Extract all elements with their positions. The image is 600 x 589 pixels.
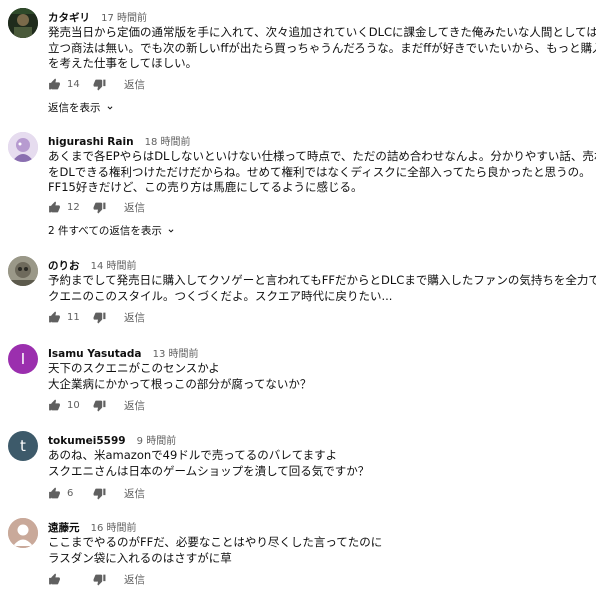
comment-text: あくまで各EPやらはDLしないといけない仕様って時点で、ただの詰め合わせなんよ。… — [48, 149, 596, 196]
reply-button[interactable]: 返信 — [124, 398, 145, 413]
comment-time[interactable]: 16 時間前 — [91, 523, 137, 534]
thumbs-down-icon[interactable] — [93, 311, 106, 324]
reply-button[interactable]: 返信 — [124, 572, 145, 587]
comment-line: をDLできる権利つけただけだからね。せめて権利ではなくディスクに全部入ってたら良… — [48, 164, 591, 179]
like-count: 10 — [67, 399, 80, 411]
comment-line: スクエニさんは日本のゲームショップを潰して回る気ですか？ — [48, 463, 370, 478]
like-count: 11 — [67, 311, 80, 323]
comment-line: 発売当日から定価の通常版を手に入れて、次々追加されていくDLCに課金してきた俺み… — [48, 25, 596, 39]
thumbs-down-icon[interactable] — [93, 399, 106, 412]
comment-time[interactable]: 14 時間前 — [91, 261, 137, 272]
avatar[interactable] — [8, 8, 38, 38]
comment-line: ラスダン袋に入れるのはさすがに草 — [48, 550, 232, 565]
reply-button[interactable]: 返信 — [124, 486, 145, 501]
comment-text: 発売当日から定価の通常版を手に入れて、次々追加されていくDLCに課金してきた俺み… — [48, 25, 596, 72]
comment-line: 予約までして発売日に購入してクソゲーと言われてもFFだからとDLCまで購入したフ… — [48, 273, 596, 287]
comment-author[interactable]: 遠藤元 — [48, 522, 80, 534]
comment-author[interactable]: higurashi Rain — [48, 136, 134, 148]
reply-button[interactable]: 返信 — [124, 200, 145, 215]
thumbs-up-icon[interactable] — [48, 78, 61, 91]
like-count: 12 — [67, 201, 80, 213]
like-count: 14 — [67, 78, 80, 90]
comment-author[interactable]: カタギリ — [48, 12, 90, 24]
comment-text: 天下のスクエニがこのセンスかよ 大企業病にかかって根っこの部分が腐ってないか？ — [48, 361, 596, 392]
comment-line: 大企業病にかかって根っこの部分が腐ってないか？ — [48, 376, 312, 391]
thumbs-down-icon[interactable] — [93, 201, 106, 214]
comment-line: あくまで各EPやらはDLしないといけない仕様って時点で、ただの詰め合わせなんよ。… — [48, 149, 596, 163]
comment-text: 予約までして発売日に購入してクソゲーと言われてもFFだからとDLCまで購入したフ… — [48, 273, 596, 304]
view-replies-label: 2 件すべての返信を表示 — [48, 225, 162, 237]
comment-line: 天下のスクエニがこのセンスかよ — [48, 361, 220, 375]
avatar[interactable]: t — [8, 431, 38, 461]
comment-text: ここまでやるのがFFだ、必要なことはやり尽くした言ってたのに ラスダン袋に入れる… — [48, 535, 596, 566]
thumbs-down-icon[interactable] — [93, 78, 106, 91]
chevron-down-icon — [107, 105, 112, 110]
avatar[interactable] — [8, 518, 38, 548]
avatar[interactable] — [8, 256, 38, 286]
comment-line: を考えた仕事をしてほしい。 — [48, 56, 198, 70]
thumbs-up-icon[interactable] — [48, 399, 61, 412]
thumbs-down-icon[interactable] — [93, 487, 106, 500]
thumbs-up-icon[interactable] — [48, 201, 61, 214]
comment-line: FF15好きだけど、この売り方は馬鹿にしてるように感じる。 — [48, 180, 363, 194]
like-count: 6 — [67, 487, 74, 499]
comment-author[interactable]: tokumei5599 — [48, 435, 126, 447]
avatar[interactable]: I — [8, 344, 38, 374]
comment-time[interactable]: 17 時間前 — [101, 13, 147, 24]
view-replies-button[interactable]: 2 件すべての返信を表示 — [48, 223, 176, 238]
comment-text: あのね、米amazonで49ドルで売ってるのバレてますよ スクエニさんは日本のゲ… — [48, 448, 596, 479]
chevron-down-icon — [168, 228, 174, 233]
comment-author[interactable]: のりお — [48, 260, 80, 272]
thumbs-up-icon[interactable] — [48, 311, 61, 324]
comment-line: あのね、米amazonで49ドルで売ってるのバレてますよ — [48, 448, 338, 462]
view-replies-button[interactable]: 返信を表示 — [48, 100, 115, 115]
comment-line: クエニのこのスタイル。つくづくだよ。スクエア時代に戻りたい... — [48, 288, 393, 303]
reply-button[interactable]: 返信 — [124, 310, 145, 325]
comment-time[interactable]: 18 時間前 — [145, 137, 191, 148]
comment-line: ここまでやるのがFFだ、必要なことはやり尽くした言ってたのに — [48, 535, 383, 549]
comment-time[interactable]: 13 時間前 — [153, 349, 199, 360]
comment-author[interactable]: Isamu Yasutada — [48, 348, 141, 360]
reply-button[interactable]: 返信 — [124, 77, 145, 92]
thumbs-up-icon[interactable] — [48, 487, 61, 500]
comment-time[interactable]: 9 時間前 — [137, 436, 177, 447]
comment-line: 立つ商法は無い。でも次の新しいffが出たら買っちゃうんだろうな。まだffが好きで… — [48, 40, 596, 55]
avatar[interactable] — [8, 132, 38, 162]
view-replies-label: 返信を表示 — [48, 102, 101, 114]
